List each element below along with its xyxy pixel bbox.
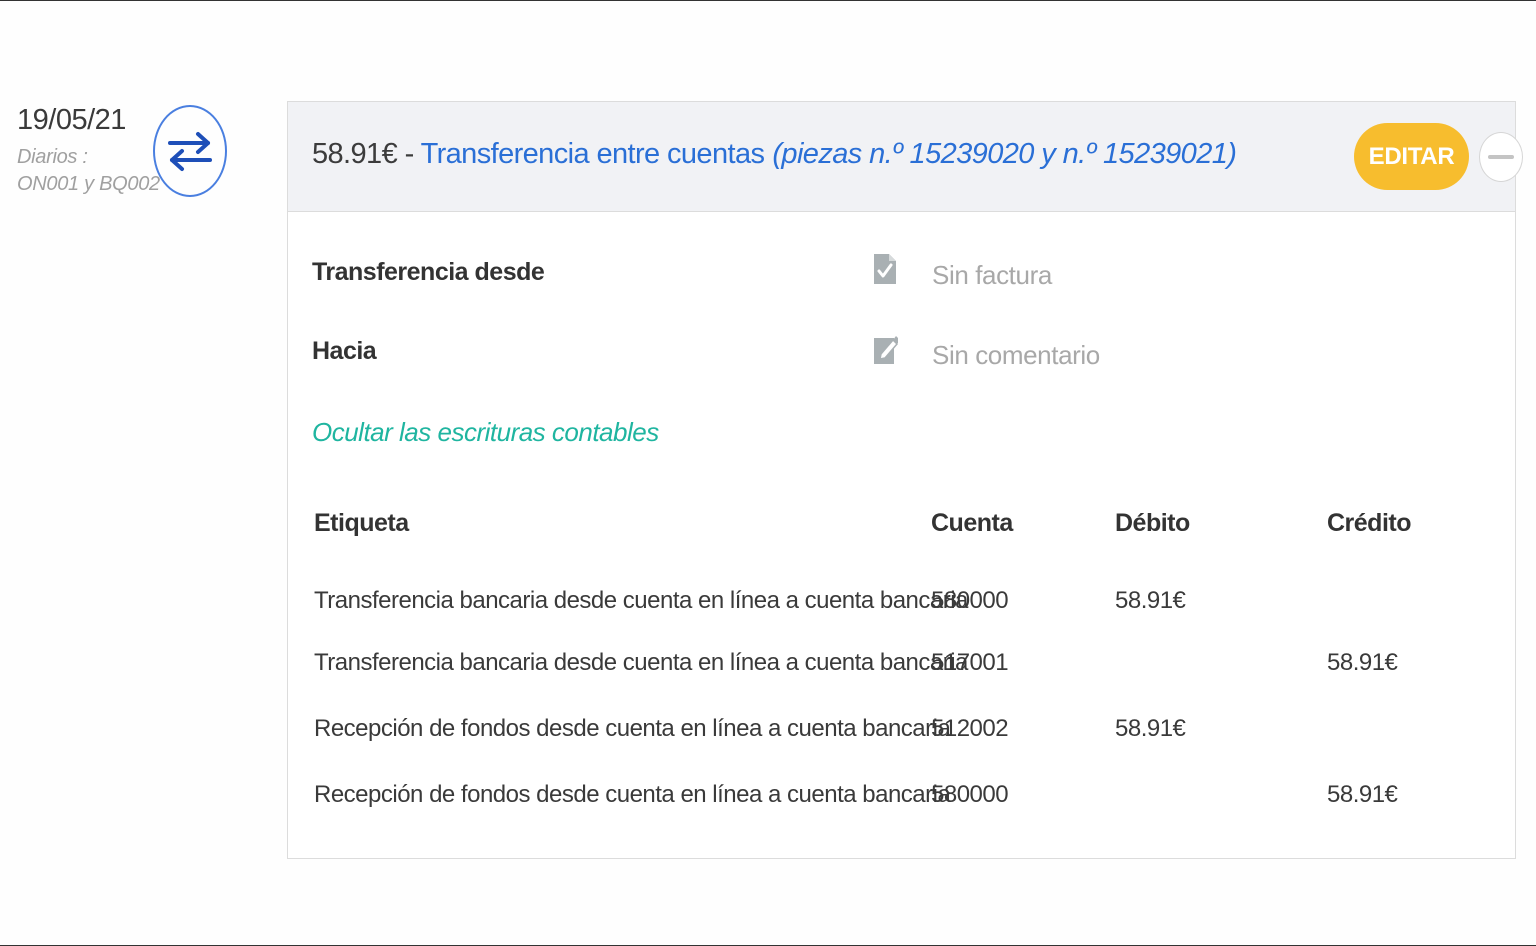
comment-edit-icon[interactable] <box>872 332 900 366</box>
entry-summary: 58.91€ - Transferencia entre cuentas (pie… <box>312 138 1237 171</box>
transfer-from-label: Transferencia desde <box>312 258 545 286</box>
minus-icon <box>1488 155 1514 159</box>
row-label: Transferencia bancaria desde cuenta en l… <box>314 587 968 614</box>
row-account: 580000 <box>931 781 1009 808</box>
collapse-button[interactable] <box>1479 132 1523 182</box>
row-account: 580000 <box>931 587 1009 614</box>
comment-value: Sin comentario <box>932 340 1100 370</box>
row-account: 512002 <box>931 715 1009 742</box>
column-header-debit: Débito <box>1115 509 1190 537</box>
entry-pieces-link[interactable]: (piezas n.º 15239020 y n.º 15239021) <box>772 138 1237 170</box>
row-credit: 58.91€ <box>1327 781 1398 808</box>
row-credit: 58.91€ <box>1327 649 1398 676</box>
entry-amount: 58.91€ <box>312 138 398 170</box>
entry-date: 19/05/21 <box>17 104 126 136</box>
entry-card: 58.91€ - Transferencia entre cuentas (pie… <box>287 101 1523 859</box>
transfer-to-label: Hacia <box>312 337 377 365</box>
invoice-value: Sin factura <box>932 260 1052 290</box>
summary-separator: - <box>397 138 421 170</box>
entry-card-header: 58.91€ - Transferencia entre cuentas (pie… <box>288 102 1523 212</box>
invoice-check-icon[interactable] <box>872 252 898 286</box>
row-debit: 58.91€ <box>1115 587 1186 614</box>
page: 19/05/21 Diarios : ON001 y BQ002 58.91€ … <box>0 0 1536 946</box>
row-label: Recepción de fondos desde cuenta en líne… <box>314 781 951 808</box>
row-account: 517001 <box>931 649 1009 676</box>
entry-title-link[interactable]: Transferencia entre cuentas <box>421 138 765 170</box>
journals-label: Diarios : <box>17 146 88 168</box>
column-header-credit: Crédito <box>1327 509 1412 537</box>
row-label: Transferencia bancaria desde cuenta en l… <box>314 649 968 676</box>
swap-arrows-icon <box>153 105 227 197</box>
hide-entries-link[interactable]: Ocultar las escrituras contables <box>312 417 659 448</box>
row-label: Recepción de fondos desde cuenta en líne… <box>314 715 951 742</box>
edit-button[interactable]: EDITAR <box>1354 123 1469 190</box>
row-debit: 58.91€ <box>1115 715 1186 742</box>
journals-codes: ON001 y BQ002 <box>17 173 160 195</box>
column-header-label: Etiqueta <box>314 509 409 537</box>
column-header-account: Cuenta <box>931 509 1013 537</box>
